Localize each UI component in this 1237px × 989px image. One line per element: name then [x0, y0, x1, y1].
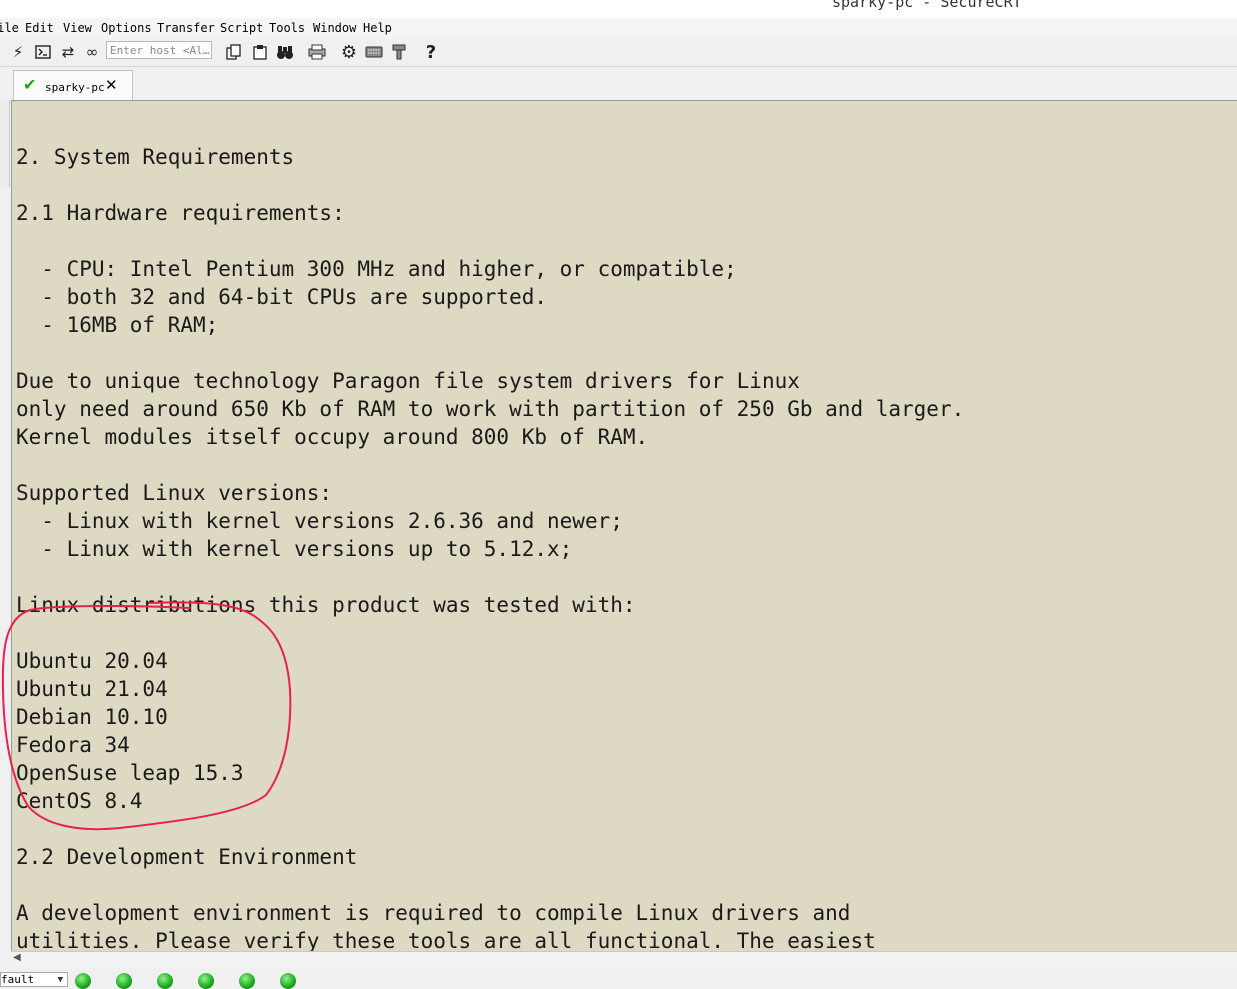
status-bar: fault ▼ [0, 966, 1237, 989]
menu-options[interactable]: Options [101, 21, 152, 35]
terminal-line: - Linux with kernel versions up to 5.12.… [16, 537, 573, 561]
find-icon[interactable] [275, 42, 295, 62]
terminal-line: CentOS 8.4 [16, 789, 143, 813]
terminal-line: - 16MB of RAM; [16, 313, 219, 337]
terminal-line: 2.1 Hardware requirements: [16, 201, 345, 225]
terminal-line: only need around 650 Kb of RAM to work w… [16, 397, 965, 421]
terminal-line: Kernel modules itself occupy around 800 … [16, 425, 649, 449]
terminal-line: 2. System Requirements [16, 145, 295, 169]
session-label: fault [1, 973, 35, 986]
copy-icon[interactable] [224, 42, 244, 62]
menu-transfer[interactable]: Transfer [157, 21, 215, 35]
terminal-line: A development environment is required to… [16, 901, 851, 925]
terminal-line: utilities. Please verify these tools are… [16, 929, 876, 951]
close-tab-icon[interactable]: ✕ [105, 76, 118, 94]
paste-icon[interactable] [250, 42, 270, 62]
settings-icon[interactable]: ⚙ [339, 42, 359, 63]
terminal-line: Linux distributions this product was tes… [16, 593, 636, 617]
reconnect-icon[interactable]: ⇄ [58, 42, 78, 62]
tab-sparky-pc[interactable]: ✔ sparky-pc ✕ [13, 70, 133, 100]
session-dropdown[interactable]: fault ▼ [0, 972, 68, 987]
terminal-line: Ubuntu 20.04 [16, 649, 168, 673]
connect-icon[interactable]: ⚡ [8, 42, 28, 62]
menu-file[interactable]: File [0, 21, 19, 35]
connected-check-icon: ✔ [23, 75, 37, 94]
tab-label: sparky-pc [45, 81, 105, 94]
terminal-line: - both 32 and 64-bit CPUs are supported. [16, 285, 548, 309]
menu-window[interactable]: Window [313, 21, 356, 35]
scroll-left-icon[interactable]: ◀ [13, 952, 21, 963]
keyboard-icon[interactable] [364, 42, 384, 62]
window-titlebar: sparky-pc - SecureCRT [0, 0, 1237, 18]
print-icon[interactable] [307, 42, 327, 62]
menu-edit[interactable]: Edit [25, 21, 54, 35]
terminal-icon[interactable] [33, 42, 53, 62]
terminal-line: OpenSuse leap 15.3 [16, 761, 244, 785]
link-icon[interactable]: ∞ [82, 42, 102, 62]
keymap-icon[interactable] [389, 42, 409, 62]
menu-script[interactable]: Script [220, 21, 263, 35]
help-icon[interactable]: ? [421, 42, 441, 63]
terminal-line: Due to unique technology Paragon file sy… [16, 369, 800, 393]
terminal-line: Supported Linux versions: [16, 481, 333, 505]
toolbar: ⚡ ⇄ ∞ Enter host <Al… ⚙ ? [0, 38, 1237, 67]
host-input[interactable]: Enter host <Al… [106, 41, 212, 59]
terminal-line: Debian 10.10 [16, 705, 168, 729]
menu-help[interactable]: Help [363, 21, 392, 35]
terminal-line: - Linux with kernel versions 2.6.36 and … [16, 509, 623, 533]
terminal-output[interactable]: 2. System Requirements 2.1 Hardware requi… [11, 100, 1237, 951]
menu-tools[interactable]: Tools [269, 21, 305, 35]
chevron-down-icon: ▼ [57, 975, 63, 985]
terminal-line: 2.2 Development Environment [16, 845, 358, 869]
horizontal-scrollbar[interactable]: ◀ [11, 951, 1237, 966]
menu-view[interactable]: View [63, 21, 92, 35]
window-title: sparky-pc - SecureCRT [832, 0, 1022, 11]
terminal-line: Fedora 34 [16, 733, 130, 757]
terminal-line: - CPU: Intel Pentium 300 MHz and higher,… [16, 257, 737, 281]
terminal-line: Ubuntu 21.04 [16, 677, 168, 701]
menu-bar: File Edit View Options Transfer Script T… [0, 18, 1237, 38]
tab-bar: ✔ sparky-pc ✕ [0, 67, 1237, 100]
